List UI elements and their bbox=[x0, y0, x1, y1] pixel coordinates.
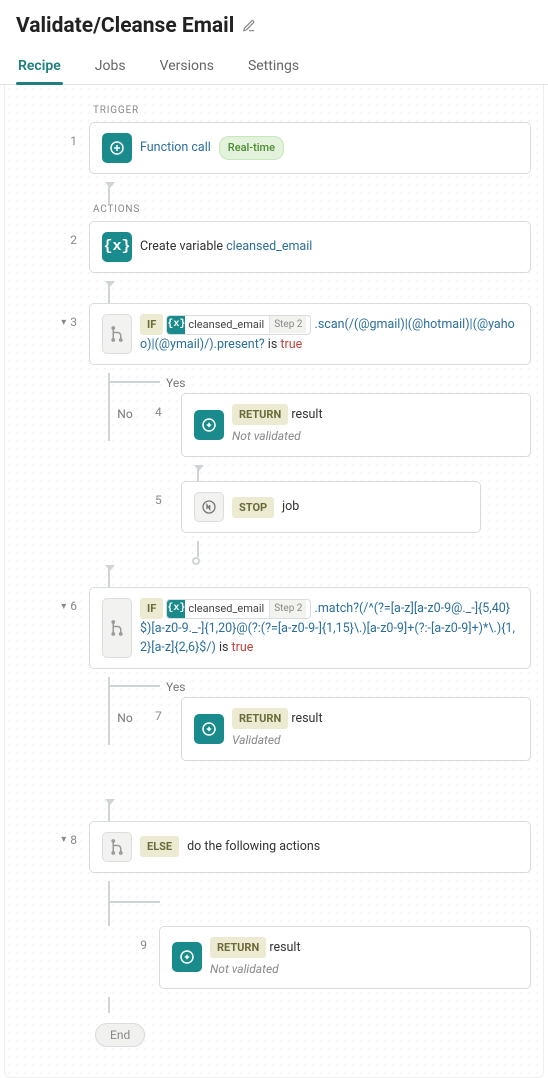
step-number: 6 bbox=[70, 599, 77, 613]
return-icon bbox=[194, 714, 224, 744]
return-target: result bbox=[269, 940, 300, 955]
return-target: result bbox=[291, 711, 322, 726]
recipe-canvas: TRIGGER 1 Function call Real-time ACTION… bbox=[4, 85, 544, 1078]
step-6[interactable]: ▾6 IF {x} cleansed_email Step 2 .match?(… bbox=[17, 587, 531, 669]
branch-yes-6: Yes bbox=[108, 677, 531, 697]
end-marker: End bbox=[95, 1023, 145, 1047]
stop-target: job bbox=[282, 497, 299, 516]
step-number: 1 bbox=[70, 134, 77, 148]
step-number: 5 bbox=[155, 493, 162, 507]
page-title: Validate/Cleanse Email bbox=[16, 14, 234, 38]
step-1[interactable]: 1 Function call Real-time bbox=[17, 122, 531, 174]
return-keyword: RETURN bbox=[232, 404, 288, 425]
stop-icon bbox=[194, 492, 224, 522]
if-keyword: IF bbox=[140, 314, 163, 335]
collapse-icon[interactable]: ▾ bbox=[61, 834, 66, 845]
variable-icon: {x} bbox=[102, 232, 132, 262]
return-value: Validated bbox=[232, 731, 323, 750]
return-keyword: RETURN bbox=[210, 937, 266, 958]
datapill-cleansed-email[interactable]: {x} cleansed_email Step 2 bbox=[166, 315, 311, 335]
pill-step-ref: Step 2 bbox=[269, 600, 306, 618]
variable-name: cleansed_email bbox=[226, 239, 312, 254]
step-2[interactable]: 2 {x} Create variable cleansed_email bbox=[17, 221, 531, 273]
branch-icon bbox=[102, 314, 132, 354]
return-value: Not validated bbox=[232, 427, 323, 446]
collapse-icon[interactable]: ▾ bbox=[61, 317, 66, 328]
stop-keyword: STOP bbox=[232, 497, 274, 518]
step-4[interactable]: 4 RETURN result Not validated bbox=[155, 393, 531, 457]
step-number: 4 bbox=[155, 405, 162, 419]
pill-var-icon: {x} bbox=[167, 316, 185, 334]
function-call-icon bbox=[102, 133, 132, 163]
tab-versions[interactable]: Versions bbox=[158, 58, 216, 84]
tab-recipe[interactable]: Recipe bbox=[16, 58, 63, 84]
tab-jobs[interactable]: Jobs bbox=[93, 58, 128, 84]
step-number: 9 bbox=[140, 938, 147, 952]
return-icon bbox=[194, 410, 224, 440]
true-keyword: true bbox=[232, 640, 254, 655]
step-3[interactable]: ▾3 IF {x} cleansed_email Step 2 .scan(/(… bbox=[17, 303, 531, 365]
trigger-name: Function call bbox=[140, 138, 211, 157]
branch-no-6: No bbox=[95, 697, 155, 725]
realtime-badge: Real-time bbox=[219, 136, 284, 159]
step-number: 7 bbox=[155, 709, 162, 723]
pill-step-ref: Step 2 bbox=[269, 316, 306, 334]
collapse-icon[interactable]: ▾ bbox=[61, 601, 66, 612]
is-label: is bbox=[216, 640, 232, 655]
section-actions-label: ACTIONS bbox=[93, 204, 531, 215]
step-number: 8 bbox=[70, 833, 77, 847]
step-number: 2 bbox=[70, 233, 77, 247]
branch-icon bbox=[102, 598, 132, 658]
step-8[interactable]: ▾ 8 ELSE do the following actions bbox=[17, 821, 531, 873]
tab-bar: Recipe Jobs Versions Settings bbox=[0, 44, 548, 85]
branch-no-3: No bbox=[95, 393, 155, 421]
step-7[interactable]: 7 RETURN result Validated bbox=[155, 697, 531, 761]
datapill-cleansed-email[interactable]: {x} cleansed_email Step 2 bbox=[166, 599, 311, 619]
return-keyword: RETURN bbox=[232, 708, 288, 729]
else-keyword: ELSE bbox=[140, 836, 179, 857]
step-5[interactable]: 5 STOP job bbox=[155, 481, 531, 533]
pill-label: cleansed_email bbox=[188, 316, 264, 333]
is-label: is bbox=[265, 337, 281, 352]
pill-var-icon: {x} bbox=[167, 600, 185, 618]
tab-settings[interactable]: Settings bbox=[246, 58, 301, 84]
branch-icon bbox=[102, 832, 132, 862]
edit-title-icon[interactable] bbox=[242, 19, 256, 33]
step-9[interactable]: 9 RETURN result Not validated bbox=[87, 926, 531, 990]
pill-label: cleansed_email bbox=[188, 600, 264, 617]
return-icon bbox=[172, 942, 202, 972]
step-text: Create variable bbox=[140, 239, 226, 254]
return-target: result bbox=[291, 407, 322, 422]
branch-yes-3: Yes bbox=[108, 373, 531, 393]
return-value: Not validated bbox=[210, 960, 301, 979]
page-header: Validate/Cleanse Email bbox=[0, 0, 548, 44]
true-keyword: true bbox=[280, 337, 302, 352]
if-keyword: IF bbox=[140, 598, 163, 619]
else-text: do the following actions bbox=[187, 837, 320, 856]
step-number: 3 bbox=[70, 315, 77, 329]
section-trigger-label: TRIGGER bbox=[93, 105, 531, 116]
